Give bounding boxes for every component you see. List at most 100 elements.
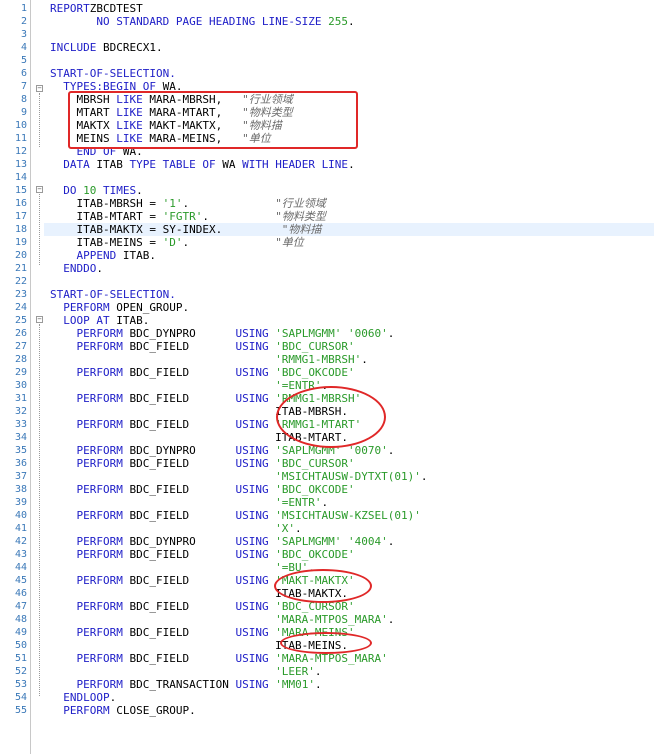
code-line[interactable] [50,28,654,41]
code-token: 255 [321,15,349,28]
line-number: 12 [14,146,27,157]
code-line[interactable]: START-OF-SELECTION. [50,288,654,301]
line-number: 1 [20,3,27,14]
code-line[interactable]: START-OF-SELECTION. [50,67,654,80]
code-line[interactable]: PERFORM BDC_DYNPRO USING 'SAPLMGMM' '400… [50,535,654,548]
code-token: . [387,444,395,457]
code-line[interactable]: PERFORM BDC_FIELD USING 'BDC_OKCODE' [50,548,654,561]
code-line[interactable]: PERFORM BDC_FIELD USING 'MARA-MTPOS_MARA… [50,652,654,665]
line-number: 22 [14,276,27,287]
line-number: 23 [14,289,27,300]
code-token: START-OF-SELECTION. [50,288,176,301]
line-number: 28 [14,354,27,365]
code-line[interactable]: ENDLOOP. [50,691,654,704]
code-line[interactable]: PERFORM BDC_FIELD USING 'MSICHTAUSW-KZSE… [50,509,654,522]
code-line[interactable]: LOOP AT ITAB. [50,314,654,327]
code-line[interactable]: 'MSICHTAUSW-DYTXT(01)'. [50,470,654,483]
code-token: ITAB-MTART = [50,210,163,223]
code-line[interactable]: APPEND ITAB. [50,249,654,262]
code-token: 'FGTR' [162,210,203,223]
line-number: 20 [14,250,27,261]
code-line[interactable]: 'X'. [50,522,654,535]
code-line[interactable]: 'RMMG1-MBRSH'. [50,353,654,366]
code-token: "行业领域 [275,197,326,210]
code-line[interactable]: DO 10 TIMES. [50,184,654,197]
code-token: USING [235,574,269,587]
code-token: . [136,184,143,197]
code-line[interactable]: 'MARA-MTPOS_MARA'. [50,613,654,626]
code-line[interactable]: PERFORM BDC_FIELD USING 'BDC_OKCODE' [50,483,654,496]
code-token: PERFORM [76,366,123,379]
code-token: '1' [162,197,183,210]
code-token: 'X' [275,522,296,535]
line-number: 43 [14,549,27,560]
code-line[interactable]: REPORTZBCDTEST [50,2,654,15]
line-number: 39 [14,497,27,508]
code-token: USING [235,457,269,470]
code-line[interactable]: PERFORM BDC_FIELD USING 'BDC_CURSOR' [50,600,654,613]
code-token: ITAB-MEINS = [50,236,163,249]
line-number: 44 [14,562,27,573]
code-token: "物料类型 [275,210,326,223]
code-token: NO STANDARD PAGE HEADING LINE-SIZE [96,15,322,28]
code-token: BDC_DYNPRO [122,535,236,548]
code-token: USING [235,600,269,613]
code-line[interactable] [50,171,654,184]
code-token: 'BDC_CURSOR' [268,340,355,353]
code-token: PERFORM [76,678,123,691]
line-number: 53 [14,679,27,690]
code-line[interactable] [50,54,654,67]
code-line[interactable]: PERFORM BDC_FIELD USING 'BDC_CURSOR' [50,340,654,353]
line-number: 41 [14,523,27,534]
code-token: . [361,353,368,366]
code-token: . [314,678,322,691]
code-line[interactable]: ITAB-MAKTX = SY-INDEX. "物料描 [44,223,654,236]
line-number: 34 [14,432,27,443]
code-line[interactable]: PERFORM BDC_FIELD USING 'BDC_OKCODE' [50,366,654,379]
code-line[interactable]: DATA ITAB TYPE TABLE OF WA WITH HEADER L… [50,158,654,171]
code-line[interactable]: NO STANDARD PAGE HEADING LINE-SIZE 255. [50,15,654,28]
code-line[interactable]: PERFORM BDC_DYNPRO USING 'SAPLMGMM' '006… [50,327,654,340]
code-line[interactable]: ITAB-MTART = 'FGTR'. "物料类型 [50,210,654,223]
annotation-ellipse [276,386,386,448]
fold-toggle-icon[interactable]: − [36,85,43,92]
code-token: WITH HEADER LINE [242,158,349,171]
code-line[interactable]: PERFORM CLOSE_GROUP. [50,704,654,717]
code-line[interactable]: 'LEER'. [50,665,654,678]
code-token: BDC_FIELD [122,457,236,470]
code-token: PERFORM [76,652,123,665]
code-line[interactable]: ITAB-MBRSH = '1'. "行业领域 [50,197,654,210]
code-line[interactable]: ITAB-MEINS = 'D'. "单位 [50,236,654,249]
fold-toggle-icon[interactable]: − [36,316,43,323]
code-editor[interactable]: 1 2 3 4 5 6 7 8 9 10 11 12 13 14 15 16 17 18 19 20 21 22 23 24 2… [0,0,654,754]
fold-toggle-icon[interactable]: − [36,186,43,193]
fold-guide-line [39,93,40,147]
code-line[interactable]: PERFORM BDC_FIELD USING 'BDC_CURSOR' [50,457,654,470]
code-line[interactable]: PERFORM BDC_DYNPRO USING 'SAPLMGMM' '007… [50,444,654,457]
code-token: PERFORM [76,626,123,639]
code-line[interactable]: INCLUDE BDCRECX1. [50,41,654,54]
code-line[interactable]: '=ENTR'. [50,496,654,509]
code-token: 'BDC_OKCODE' [268,483,355,496]
code-token: USING [235,626,269,639]
code-line[interactable] [50,275,654,288]
code-line[interactable]: PERFORM OPEN_GROUP. [50,301,654,314]
code-token: BDC_TRANSACTION [122,678,236,691]
code-token: PERFORM [76,457,123,470]
code-token: PERFORM [76,340,123,353]
code-line[interactable]: PERFORM BDC_TRANSACTION USING 'MM01'. [50,678,654,691]
code-token: 'SAPLMGMM' '4004' [268,535,388,548]
annotation-ellipse [274,569,372,603]
line-number: 33 [14,419,27,430]
line-number: 2 [20,16,27,27]
code-line[interactable]: ENDDO. [50,262,654,275]
